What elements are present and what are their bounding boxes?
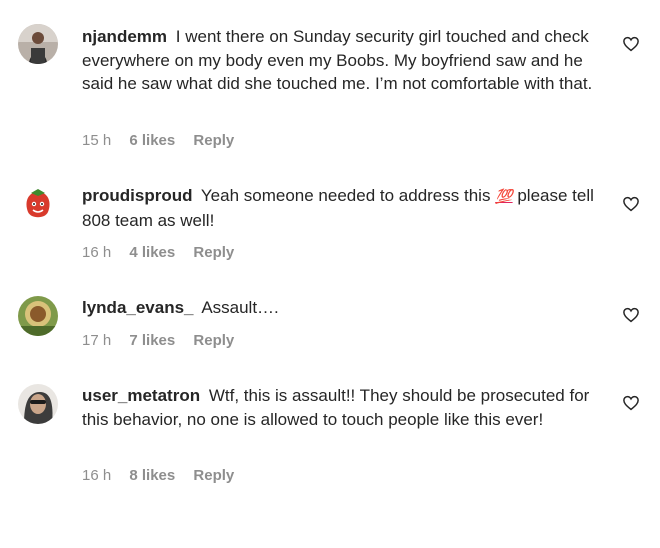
profile-photo-person-icon bbox=[18, 24, 58, 64]
hundred-points-emoji: 💯 bbox=[495, 188, 513, 204]
reply-button[interactable]: Reply bbox=[193, 244, 234, 261]
avatar[interactable] bbox=[18, 296, 58, 336]
comment-text: proudisproud Yeah someone needed to addr… bbox=[82, 184, 602, 232]
reply-button[interactable]: Reply bbox=[193, 332, 234, 349]
reply-button[interactable]: Reply bbox=[193, 132, 234, 149]
comment-meta: 16 h 4 likes Reply bbox=[82, 244, 248, 261]
profile-photo-person-sunglasses-icon bbox=[18, 384, 58, 424]
comment-meta: 16 h 8 likes Reply bbox=[82, 467, 248, 484]
comment-likes[interactable]: 7 likes bbox=[129, 332, 175, 349]
heart-outline-icon[interactable] bbox=[622, 35, 640, 53]
comment-timestamp[interactable]: 17 h bbox=[82, 332, 111, 349]
comment-text: lynda_evans_ Assault…. bbox=[82, 296, 602, 320]
avatar[interactable] bbox=[18, 384, 58, 424]
comment-meta: 15 h 6 likes Reply bbox=[82, 132, 248, 149]
comment-timestamp[interactable]: 16 h bbox=[82, 244, 111, 261]
comment-body: Assault…. bbox=[201, 298, 279, 317]
profile-photo-flower-icon bbox=[18, 296, 58, 336]
avatar[interactable] bbox=[18, 184, 58, 224]
comment-text: user_metatron Wtf, this is assault!! The… bbox=[82, 384, 602, 431]
comment-username[interactable]: proudisproud bbox=[82, 186, 192, 205]
heart-outline-icon[interactable] bbox=[622, 394, 640, 412]
reply-button[interactable]: Reply bbox=[193, 467, 234, 484]
comment-text: njandemm I went there on Sunday security… bbox=[82, 25, 602, 96]
avatar[interactable] bbox=[18, 24, 58, 64]
heart-outline-icon[interactable] bbox=[622, 195, 640, 213]
comment-likes[interactable]: 6 likes bbox=[129, 132, 175, 149]
comment-body: Yeah someone needed to address this bbox=[200, 186, 491, 205]
heart-outline-icon[interactable] bbox=[622, 306, 640, 324]
profile-photo-strawberry-icon bbox=[18, 184, 58, 224]
comment-meta: 17 h 7 likes Reply bbox=[82, 332, 248, 349]
comment-timestamp[interactable]: 15 h bbox=[82, 132, 111, 149]
comment-timestamp[interactable]: 16 h bbox=[82, 467, 111, 484]
comment-username[interactable]: user_metatron bbox=[82, 386, 200, 405]
comment-likes[interactable]: 8 likes bbox=[129, 467, 175, 484]
comment-username[interactable]: njandemm bbox=[82, 27, 167, 46]
comment-likes[interactable]: 4 likes bbox=[129, 244, 175, 261]
comment-username[interactable]: lynda_evans_ bbox=[82, 298, 194, 317]
